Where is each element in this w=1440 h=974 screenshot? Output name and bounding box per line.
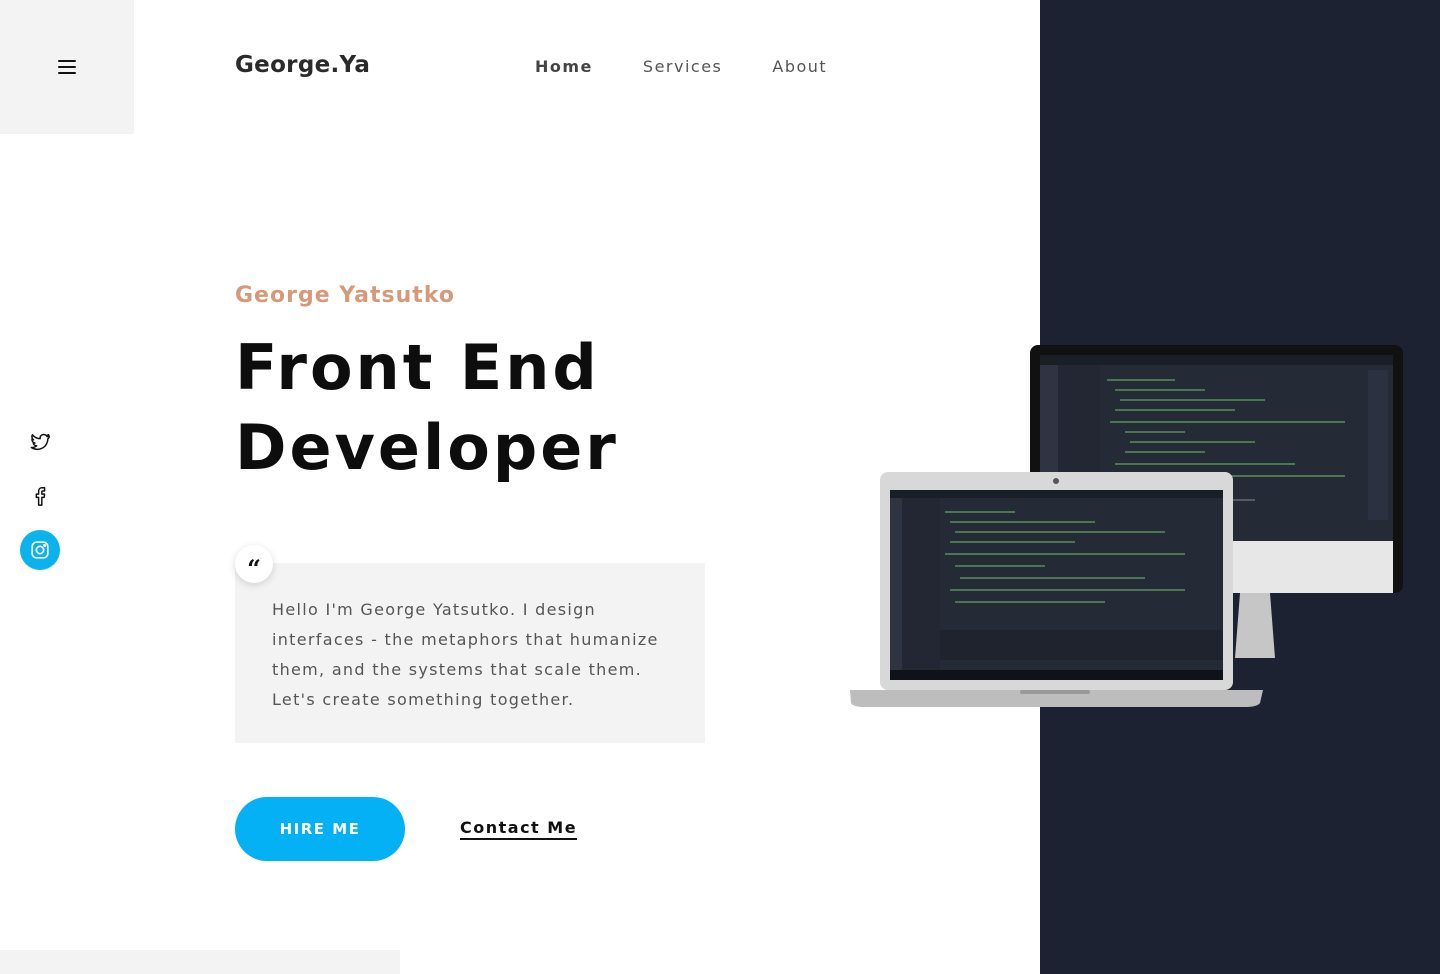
instagram-icon [31,541,49,559]
contact-me-link[interactable]: Contact Me [460,818,578,840]
social-links [20,422,60,584]
twitter-link[interactable] [20,422,60,462]
hire-me-button[interactable]: HIRE ME [235,797,405,861]
nav-services[interactable]: Services [643,57,722,76]
headline-line-2: Developer [235,411,619,484]
twitter-icon [30,433,50,450]
facebook-link[interactable] [20,476,60,516]
hero-headline: Front End Developer [235,328,795,488]
hamburger-menu-icon [58,60,76,74]
bottom-strip [0,950,400,974]
nav-home[interactable]: Home [535,57,593,76]
headline-line-1: Front End [235,331,600,404]
intro-quote-box: Hello I'm George Yatsutko. I design inte… [235,563,705,743]
menu-toggle[interactable] [0,0,134,134]
quote-mark-icon: “ [235,545,273,583]
laptop [850,472,1263,707]
facebook-icon [35,487,46,506]
instagram-link[interactable] [20,530,60,570]
hero-subtitle: George Yatsutko [235,283,455,308]
main-nav: Home Services About [535,57,827,76]
intro-quote-text: Hello I'm George Yatsutko. I design inte… [272,600,659,709]
site-logo[interactable]: George.Ya [235,52,370,78]
nav-about[interactable]: About [772,57,827,76]
devices-code-editor-illustration [850,345,1403,707]
